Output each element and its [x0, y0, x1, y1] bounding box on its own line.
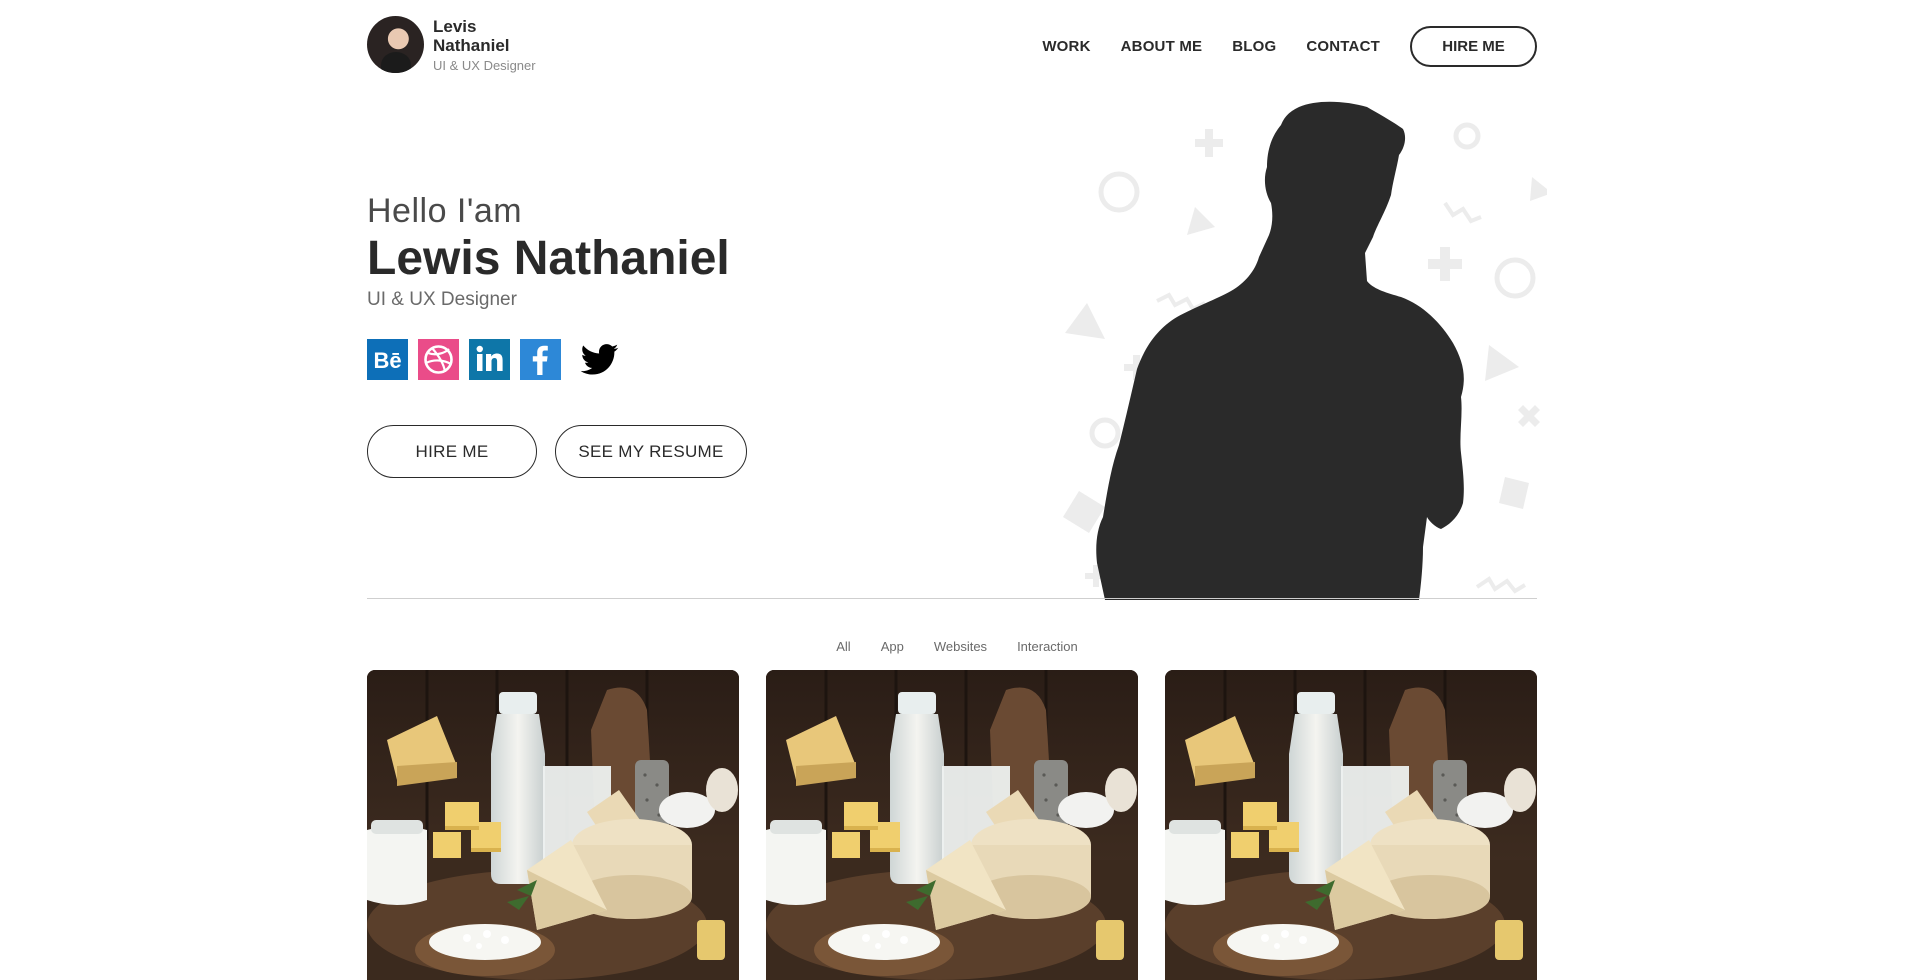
- linkedin-icon[interactable]: [469, 339, 510, 380]
- nav-hire-button[interactable]: HIRE ME: [1410, 26, 1537, 67]
- nav-item-about-me[interactable]: ABOUT ME: [1121, 38, 1203, 55]
- hire-me-button[interactable]: HIRE ME: [367, 425, 537, 478]
- person-silhouette: [1096, 101, 1464, 600]
- hero-role: UI & UX Designer: [367, 289, 517, 310]
- hero-section: Hello I'am Lewis Nathaniel UI & UX Desig…: [367, 85, 1552, 600]
- dairy-cheese-photo: [1165, 670, 1537, 980]
- filter-app[interactable]: App: [881, 639, 904, 654]
- filter-all[interactable]: All: [836, 639, 850, 654]
- portfolio-grid: [367, 670, 1537, 980]
- brand[interactable]: Levis Nathaniel UI & UX Designer: [367, 16, 536, 73]
- portfolio-card[interactable]: [367, 670, 739, 980]
- hero-greeting: Hello I'am: [367, 192, 523, 230]
- nav-item-blog[interactable]: BLOG: [1232, 38, 1276, 55]
- brand-role: UI & UX Designer: [433, 58, 536, 73]
- facebook-icon[interactable]: [520, 339, 561, 380]
- filter-interaction[interactable]: Interaction: [1017, 639, 1078, 654]
- portfolio-filters: All App Websites Interaction: [367, 639, 1537, 654]
- site-header: Levis Nathaniel UI & UX Designer WORK AB…: [367, 16, 1537, 78]
- social-links: Bē: [367, 339, 630, 380]
- nav-item-work[interactable]: WORK: [1042, 38, 1090, 55]
- main-nav: WORK ABOUT ME BLOG CONTACT HIRE ME: [1042, 26, 1537, 67]
- portfolio-card[interactable]: [1165, 670, 1537, 980]
- hero-buttons: HIRE ME SEE MY RESUME: [367, 425, 747, 478]
- portfolio-card[interactable]: [766, 670, 1138, 980]
- nav-item-contact[interactable]: CONTACT: [1306, 38, 1380, 55]
- see-resume-button[interactable]: SEE MY RESUME: [555, 425, 747, 478]
- filter-websites[interactable]: Websites: [934, 639, 987, 654]
- brand-text: Levis Nathaniel UI & UX Designer: [433, 17, 536, 73]
- svg-text:Bē: Bē: [373, 348, 401, 373]
- dairy-cheese-photo: [766, 670, 1138, 980]
- dribbble-icon[interactable]: [418, 339, 459, 380]
- hero-illustration: [1027, 85, 1552, 600]
- avatar: [367, 16, 424, 73]
- brand-name: Levis Nathaniel: [433, 17, 510, 55]
- dairy-cheese-photo: [367, 670, 739, 980]
- hero-name: Lewis Nathaniel: [367, 232, 730, 285]
- twitter-icon[interactable]: [579, 339, 620, 380]
- section-divider: [367, 598, 1537, 599]
- behance-icon[interactable]: Bē: [367, 339, 408, 380]
